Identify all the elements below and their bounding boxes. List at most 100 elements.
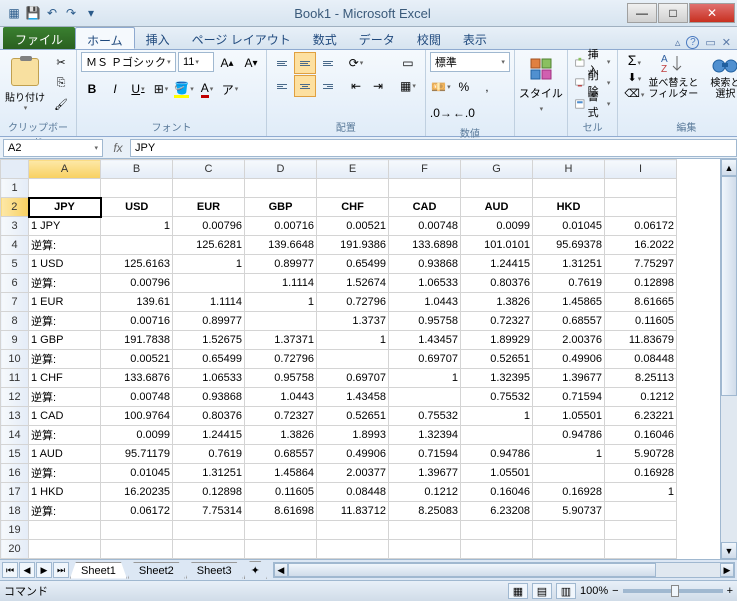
comma-button[interactable]: , (476, 76, 498, 98)
cell[interactable] (29, 179, 101, 198)
cell[interactable]: 0.1212 (605, 388, 677, 407)
cell[interactable]: 0.7619 (533, 274, 605, 293)
cell[interactable] (605, 521, 677, 540)
cell[interactable]: 1.89929 (461, 331, 533, 350)
cell[interactable] (173, 540, 245, 559)
decrease-font-button[interactable]: A▾ (240, 52, 262, 74)
increase-decimal-button[interactable]: .0→ (430, 102, 452, 124)
cell[interactable]: 0.49906 (533, 350, 605, 369)
tab-insert[interactable]: 挿入 (135, 27, 181, 49)
cell[interactable] (245, 179, 317, 198)
cell[interactable]: CHF (317, 198, 389, 217)
window-close-icon[interactable]: ✕ (722, 36, 731, 49)
zoom-slider[interactable] (623, 589, 723, 593)
cell[interactable]: 139.61 (101, 293, 173, 312)
cell[interactable]: 0.00796 (101, 274, 173, 293)
cell[interactable]: 1.32395 (461, 369, 533, 388)
cell[interactable]: 0.0099 (461, 217, 533, 236)
worksheet-grid[interactable]: ABCDEFGHI12JPYUSDEURGBPCHFCADAUDHKD31 JP… (0, 159, 737, 559)
cell[interactable]: 0.00748 (389, 217, 461, 236)
cell[interactable]: 0.11605 (245, 483, 317, 502)
cell[interactable]: 1.1114 (173, 293, 245, 312)
hscroll-thumb[interactable] (288, 563, 656, 577)
cell[interactable]: 1.05501 (461, 464, 533, 483)
cell[interactable]: 1.52675 (173, 331, 245, 350)
cell[interactable] (29, 521, 101, 540)
sheet-nav-last[interactable]: ⏭ (53, 562, 69, 578)
cell[interactable]: 11.83679 (605, 331, 677, 350)
cell[interactable]: 6.23221 (605, 407, 677, 426)
scroll-down-icon[interactable]: ▼ (721, 542, 737, 559)
cell[interactable] (605, 540, 677, 559)
cell[interactable]: 7.75297 (605, 255, 677, 274)
cell[interactable] (461, 521, 533, 540)
row-header-16[interactable]: 16 (1, 464, 29, 483)
cell[interactable]: 0.95758 (245, 369, 317, 388)
cell[interactable] (245, 521, 317, 540)
cell-styles-button[interactable]: スタイル ▾ (519, 52, 563, 118)
page-layout-view-button[interactable]: ▤ (532, 583, 552, 599)
cell[interactable]: 1 JPY (29, 217, 101, 236)
column-header-F[interactable]: F (389, 160, 461, 179)
column-header-A[interactable]: A (29, 160, 101, 179)
paste-button[interactable]: 貼り付け ▾ (4, 52, 46, 118)
cell[interactable]: 16.2022 (605, 236, 677, 255)
cell[interactable]: 0.12898 (173, 483, 245, 502)
cell[interactable]: 8.25113 (605, 369, 677, 388)
scroll-up-icon[interactable]: ▲ (721, 159, 737, 176)
cell[interactable]: 0.69707 (389, 350, 461, 369)
fx-icon[interactable]: fx (106, 141, 130, 155)
cell[interactable] (245, 540, 317, 559)
cell[interactable]: 0.01045 (533, 217, 605, 236)
scroll-left-icon[interactable]: ◀ (274, 563, 288, 577)
cell[interactable]: 0.08448 (317, 483, 389, 502)
cell[interactable] (317, 521, 389, 540)
cell[interactable]: 0.11605 (605, 312, 677, 331)
tab-formulas[interactable]: 数式 (302, 27, 348, 49)
cell[interactable]: 逆算: (29, 388, 101, 407)
cell[interactable]: 1 (245, 293, 317, 312)
cell[interactable]: 0.89977 (245, 255, 317, 274)
cell[interactable]: 1.45865 (533, 293, 605, 312)
window-restore-icon[interactable]: ▭ (705, 36, 715, 49)
cell[interactable]: 0.00521 (317, 217, 389, 236)
cell[interactable]: 0.72327 (245, 407, 317, 426)
cell[interactable]: 逆算: (29, 312, 101, 331)
sort-filter-button[interactable]: AZ 並べ替えと フィルター (648, 52, 698, 100)
fill-button[interactable]: ⬇▾ (628, 71, 642, 84)
cell[interactable] (461, 179, 533, 198)
cell[interactable]: 0.69707 (317, 369, 389, 388)
cell[interactable] (173, 274, 245, 293)
row-header-2[interactable]: 2 (1, 198, 29, 217)
cell[interactable]: 1.8993 (317, 426, 389, 445)
cell[interactable]: 0.0099 (101, 426, 173, 445)
row-header-3[interactable]: 3 (1, 217, 29, 236)
fill-color-button[interactable]: 🪣▾ (173, 78, 195, 100)
cell[interactable]: 0.16046 (605, 426, 677, 445)
cell[interactable]: 8.61665 (605, 293, 677, 312)
cell[interactable]: 1 USD (29, 255, 101, 274)
cell[interactable]: 1 (317, 331, 389, 350)
tab-home[interactable]: ホーム (75, 27, 135, 49)
cell[interactable] (101, 236, 173, 255)
cell[interactable]: 0.95758 (389, 312, 461, 331)
align-left-button[interactable] (271, 75, 293, 97)
cell[interactable]: EUR (173, 198, 245, 217)
cell[interactable]: 8.25083 (389, 502, 461, 521)
tab-pagelayout[interactable]: ページ レイアウト (181, 27, 302, 49)
cell[interactable] (461, 426, 533, 445)
normal-view-button[interactable]: ▦ (508, 583, 528, 599)
cell[interactable]: 1 AUD (29, 445, 101, 464)
row-header-7[interactable]: 7 (1, 293, 29, 312)
cell[interactable]: 0.72327 (461, 312, 533, 331)
orientation-button[interactable]: ⟳▾ (345, 52, 367, 74)
cell[interactable]: 191.7838 (101, 331, 173, 350)
cell[interactable]: 1.24415 (461, 255, 533, 274)
cell[interactable] (317, 350, 389, 369)
sheet-nav-prev[interactable]: ◀ (19, 562, 35, 578)
cell[interactable]: 0.68557 (533, 312, 605, 331)
row-header-13[interactable]: 13 (1, 407, 29, 426)
cell[interactable]: 1.52674 (317, 274, 389, 293)
cell[interactable]: 1 (605, 483, 677, 502)
formula-input[interactable] (130, 139, 737, 157)
